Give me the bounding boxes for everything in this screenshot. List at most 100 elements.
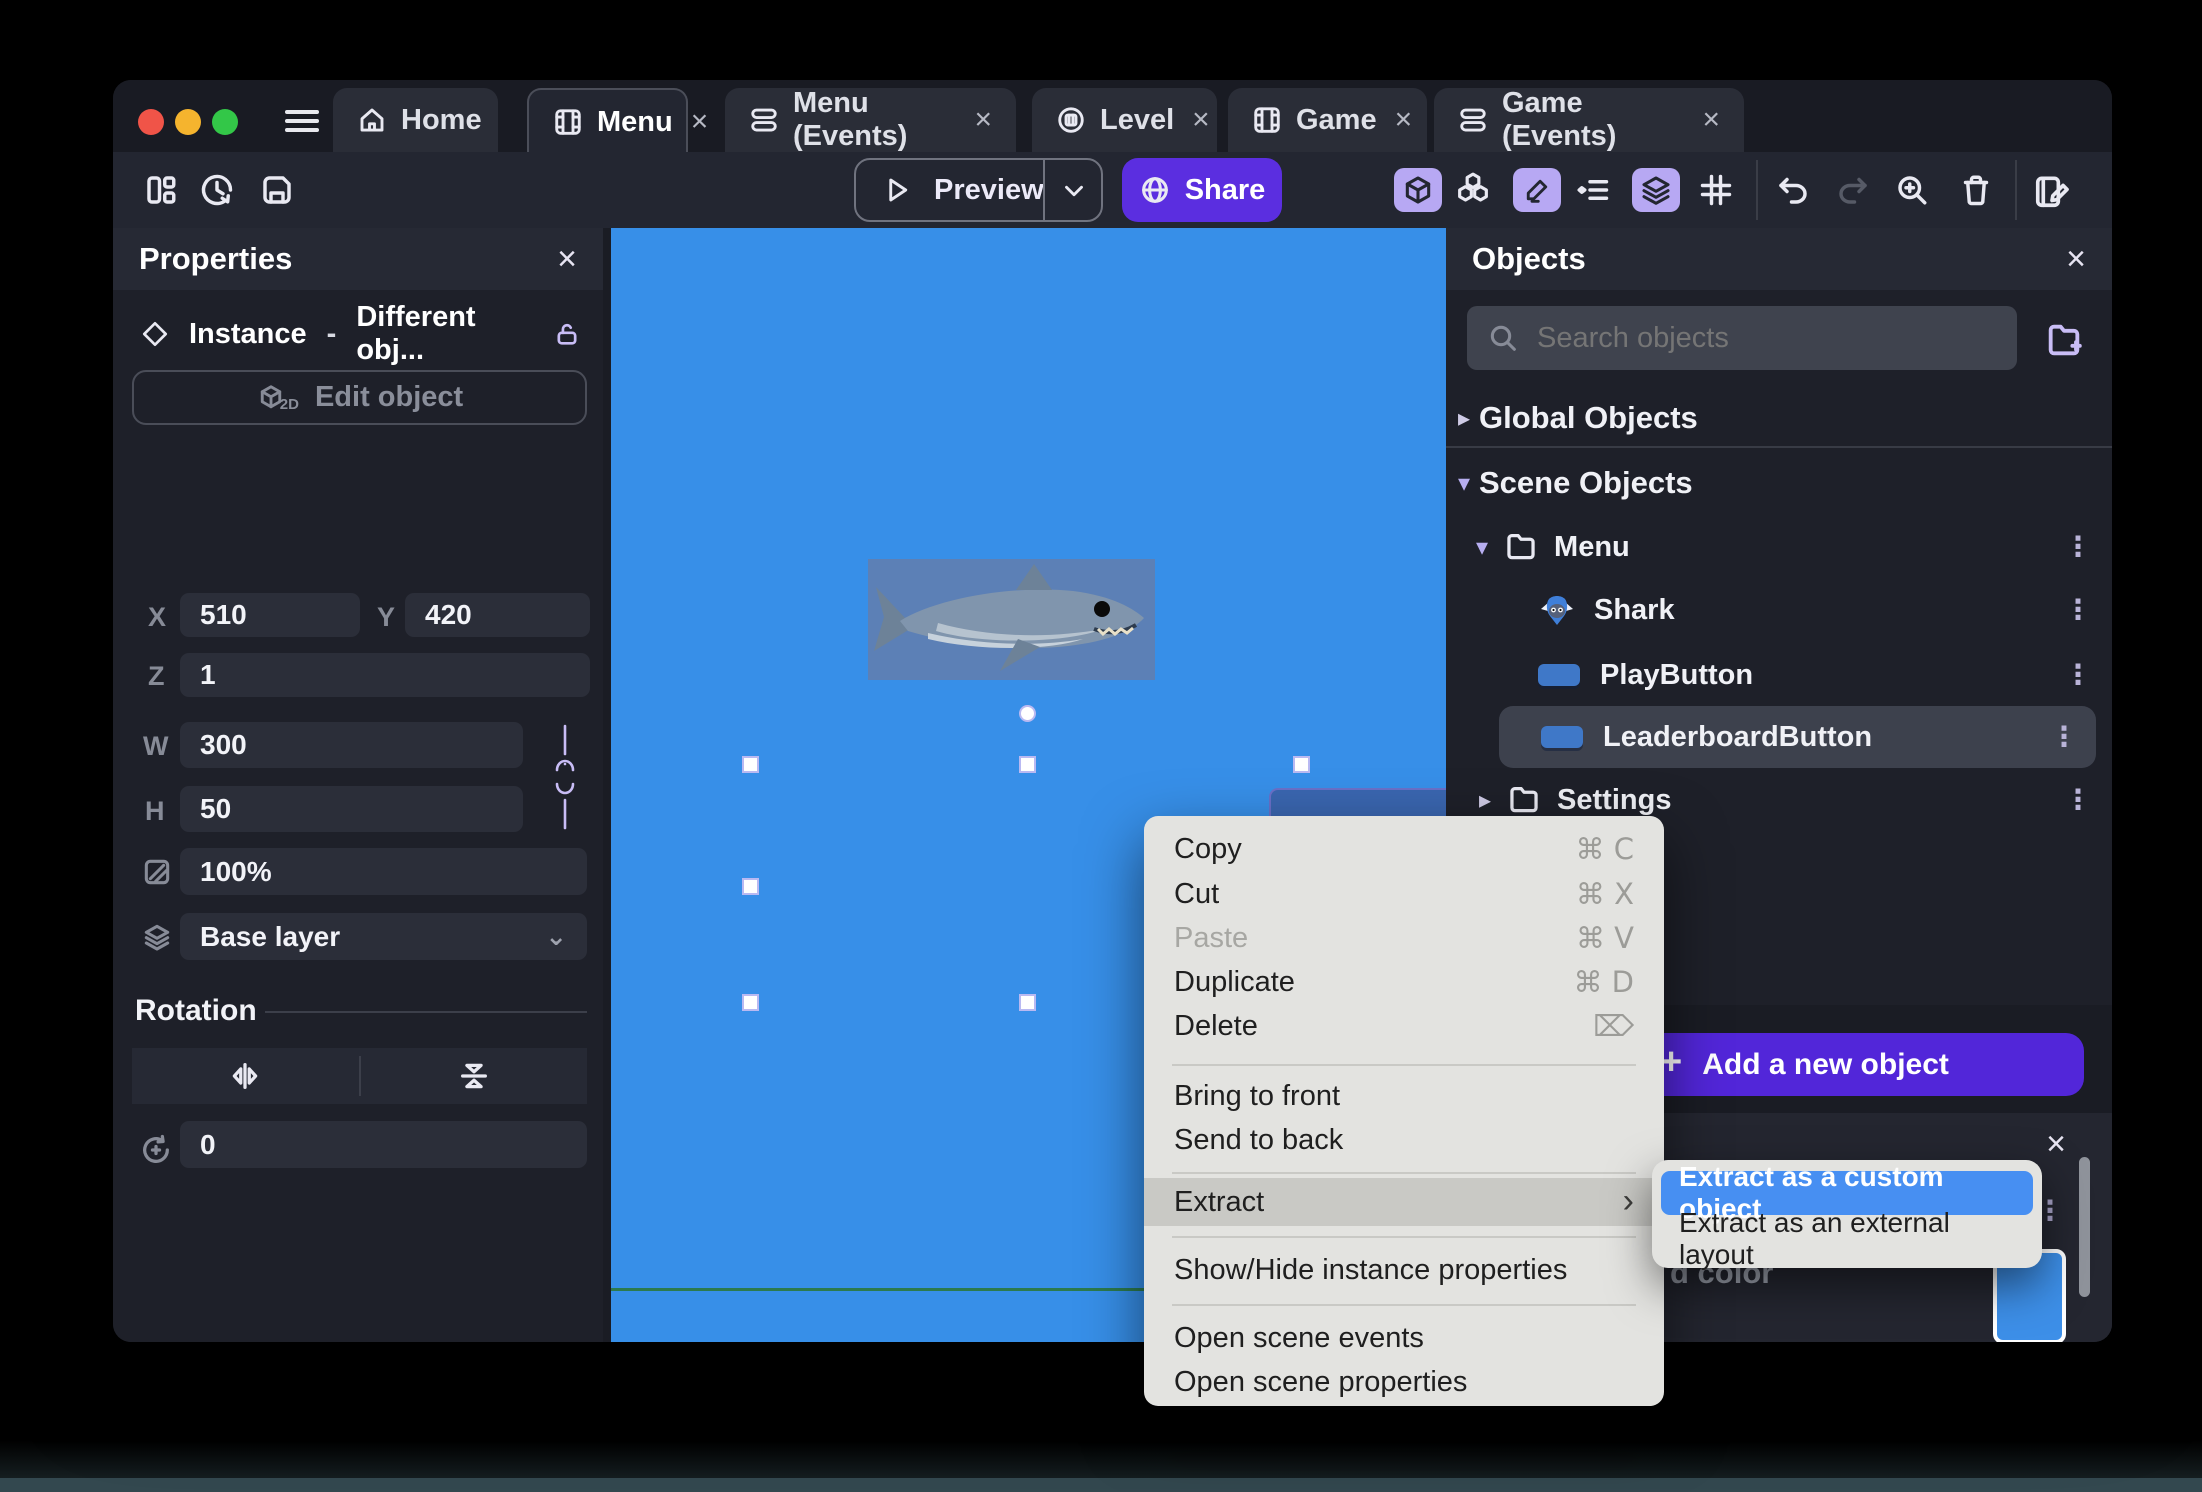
- close-detail-panel-icon[interactable]: ×: [2046, 1125, 2066, 1164]
- shortcut-label: ⌘ C: [1575, 832, 1634, 866]
- selection-handle-top-center[interactable]: [1019, 756, 1036, 773]
- submenu-item-extract-external-layout[interactable]: Extract as an external layout: [1661, 1207, 2033, 1270]
- object-mode-icon[interactable]: [1394, 168, 1442, 212]
- scene-editor-settings-icon[interactable]: [2033, 172, 2071, 210]
- tab-label: Home: [401, 103, 482, 136]
- tree-row-playbutton[interactable]: PlayButton ⋮: [1538, 649, 2112, 701]
- edit-object-button[interactable]: 2D Edit object: [132, 370, 587, 425]
- y-label: Y: [377, 602, 396, 632]
- save-icon[interactable]: [259, 172, 295, 208]
- trash-icon[interactable]: [1958, 172, 1994, 208]
- undo-icon[interactable]: [1775, 172, 1811, 208]
- menu-item-extract[interactable]: Extract ›: [1144, 1178, 1664, 1226]
- menu-item-show-hide-instance-properties[interactable]: Show/Hide instance properties: [1144, 1248, 1664, 1292]
- menu-item-duplicate[interactable]: Duplicate ⌘ D: [1144, 960, 1664, 1004]
- selection-handle-top-left[interactable]: [742, 756, 759, 773]
- selection-handle-bottom-left[interactable]: [742, 994, 759, 1011]
- caret-down-icon[interactable]: ▾: [1476, 533, 1488, 562]
- objects-header: Objects ×: [1446, 228, 2112, 290]
- add-new-object-button[interactable]: + Add a new object: [1636, 1033, 2084, 1096]
- close-objects-icon[interactable]: ×: [2066, 240, 2086, 279]
- panels-layout-icon[interactable]: [143, 172, 179, 208]
- preview-button[interactable]: Preview: [854, 158, 1103, 222]
- kebab-menu-icon[interactable]: ⋮: [2064, 649, 2092, 701]
- search-objects-box[interactable]: [1467, 306, 2017, 370]
- menu-divider: [1172, 1236, 1636, 1238]
- version-history-icon[interactable]: [199, 172, 235, 208]
- detail-panel-scrollbar[interactable]: [2079, 1157, 2090, 1297]
- main-menu-icon[interactable]: [285, 110, 319, 132]
- layer-select[interactable]: Base layer ⌄: [180, 913, 587, 960]
- minimize-window-button[interactable]: [175, 109, 201, 135]
- unlock-icon[interactable]: [553, 320, 581, 348]
- x-input[interactable]: 510: [180, 593, 360, 637]
- menu-item-copy[interactable]: Copy ⌘ C: [1144, 827, 1664, 871]
- selection-handle-mid-left[interactable]: [742, 878, 759, 895]
- tab-home[interactable]: Home: [333, 88, 498, 152]
- tab-menu[interactable]: Menu ×: [527, 88, 708, 154]
- menu-item-open-scene-events[interactable]: Open scene events: [1144, 1316, 1664, 1360]
- menu-item-bring-to-front[interactable]: Bring to front: [1144, 1074, 1664, 1118]
- zoom-window-button[interactable]: [212, 109, 238, 135]
- flip-vertical-button[interactable]: [361, 1059, 588, 1093]
- close-tab-icon[interactable]: ×: [691, 105, 709, 139]
- y-input[interactable]: 420: [405, 593, 590, 637]
- menu-item-send-to-back[interactable]: Send to back: [1144, 1118, 1664, 1162]
- rotation-input[interactable]: 0: [180, 1121, 587, 1168]
- rotate-handle[interactable]: [1019, 705, 1036, 722]
- caret-down-icon[interactable]: ▾: [1449, 469, 1479, 498]
- global-objects-row[interactable]: ▸ Global Objects: [1446, 396, 2112, 440]
- tab-level[interactable]: Level ×: [1032, 88, 1217, 152]
- edit-mode-pencil-icon[interactable]: [1513, 168, 1561, 212]
- menu-item-open-scene-properties[interactable]: Open scene properties: [1144, 1360, 1664, 1404]
- instances-blocks-icon[interactable]: [1453, 170, 1493, 210]
- kebab-menu-icon[interactable]: ⋮: [2064, 584, 2092, 636]
- grid-icon[interactable]: [1698, 172, 1734, 208]
- h-input[interactable]: 50: [180, 786, 523, 832]
- preview-options-chevron-icon[interactable]: [1059, 176, 1089, 206]
- close-properties-icon[interactable]: ×: [557, 240, 577, 279]
- caret-right-icon[interactable]: ▸: [1479, 786, 1491, 815]
- opacity-input[interactable]: 100%: [180, 848, 587, 895]
- flip-horizontal-button[interactable]: [132, 1059, 359, 1093]
- close-tab-icon[interactable]: ×: [1702, 103, 1720, 137]
- selection-handle-top-right[interactable]: [1293, 756, 1310, 773]
- z-input[interactable]: 1: [180, 653, 590, 697]
- link-dimensions-icon[interactable]: [551, 722, 579, 832]
- instance-list-icon[interactable]: [1575, 172, 1611, 208]
- add-object-folder-icon[interactable]: [2044, 320, 2084, 360]
- tree-row-menu-folder[interactable]: ▾ Menu ⋮: [1476, 521, 2112, 573]
- search-objects-input[interactable]: [1537, 321, 1997, 355]
- kebab-menu-icon[interactable]: ⋮: [2064, 774, 2092, 826]
- shortcut-label: ⌘ X: [1575, 877, 1634, 911]
- play-icon: [882, 175, 912, 205]
- zoom-in-icon[interactable]: [1894, 172, 1930, 208]
- scene-objects-row[interactable]: ▾ Scene Objects: [1446, 461, 2112, 505]
- close-window-button[interactable]: [138, 109, 164, 135]
- desktop-strip: [0, 1478, 2202, 1492]
- screenshot-root: Home Menu × Menu (Events) × Level × Game…: [0, 0, 2202, 1492]
- redo-icon: [1835, 172, 1871, 208]
- menu-item-cut[interactable]: Cut ⌘ X: [1144, 872, 1664, 916]
- context-menu: Copy ⌘ C Cut ⌘ X Paste ⌘ V Duplicate ⌘ D Del…: [1144, 816, 1664, 1406]
- kebab-menu-icon[interactable]: ⋮: [2064, 521, 2092, 573]
- layers-panel-icon[interactable]: [1632, 168, 1680, 212]
- menu-item-delete[interactable]: Delete ⌦: [1144, 1004, 1664, 1048]
- close-tab-icon[interactable]: ×: [1395, 103, 1413, 137]
- tab-game-events[interactable]: Game (Events) ×: [1434, 87, 1744, 152]
- tab-game[interactable]: Game ×: [1228, 88, 1427, 152]
- tree-row-shark[interactable]: Shark ⋮: [1536, 584, 2112, 636]
- kebab-menu-icon[interactable]: ⋮: [2050, 711, 2078, 763]
- selection-handle-bottom-center[interactable]: [1019, 994, 1036, 1011]
- close-tab-icon[interactable]: ×: [974, 103, 992, 137]
- tree-row-leaderboardbutton[interactable]: LeaderboardButton ⋮: [1499, 706, 2096, 768]
- share-label: Share: [1184, 173, 1266, 206]
- close-tab-icon[interactable]: ×: [1192, 103, 1210, 137]
- w-input[interactable]: 300: [180, 722, 523, 768]
- caret-right-icon[interactable]: ▸: [1449, 404, 1479, 433]
- share-button[interactable]: Share: [1122, 158, 1282, 222]
- titlebar: Home Menu × Menu (Events) × Level × Game…: [113, 80, 2112, 154]
- tab-menu-events[interactable]: Menu (Events) ×: [725, 87, 1016, 152]
- shark-sprite[interactable]: [868, 559, 1155, 680]
- menu-divider: [1172, 1064, 1636, 1066]
